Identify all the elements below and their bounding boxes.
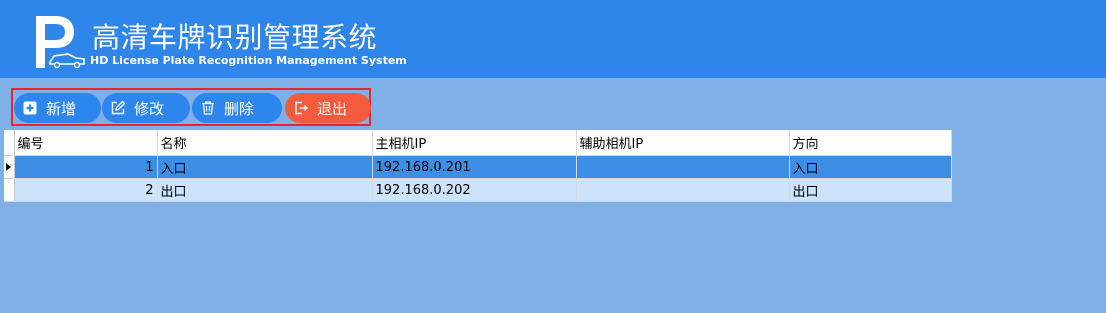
trash-icon — [202, 101, 214, 115]
column-header-aux-ip[interactable]: 辅助相机IP — [576, 130, 790, 156]
grid-header-row: 编号 名称 主相机IP 辅助相机IP 方向 — [4, 130, 952, 156]
app-subtitle: HD License Plate Recognition Management … — [90, 54, 407, 67]
column-header-id[interactable]: 编号 — [14, 130, 158, 156]
logout-icon — [295, 101, 308, 115]
delete-button-label: 删除 — [224, 99, 255, 118]
cell-id[interactable]: 1 — [14, 155, 158, 179]
edit-button-label: 修改 — [134, 99, 165, 118]
delete-button[interactable]: 删除 — [192, 93, 282, 123]
parking-car-logo-icon — [36, 16, 85, 69]
column-header-direction[interactable]: 方向 — [789, 130, 952, 156]
cell-main-ip[interactable]: 192.168.0.202 — [372, 178, 577, 202]
exit-button-label: 退出 — [317, 99, 348, 118]
cell-id[interactable]: 2 — [14, 178, 158, 202]
edit-icon — [111, 100, 126, 115]
cell-main-ip[interactable]: 192.168.0.201 — [372, 155, 577, 179]
exit-button[interactable]: 退出 — [285, 93, 371, 123]
edit-button[interactable]: 修改 — [102, 93, 190, 123]
add-button[interactable]: 新增 — [14, 93, 101, 123]
app-title: 高清车牌识别管理系统 — [92, 21, 378, 54]
table-row[interactable]: 1 入口 192.168.0.201 入口 — [4, 155, 952, 179]
cell-aux-ip[interactable] — [576, 155, 790, 179]
cell-aux-ip[interactable] — [576, 178, 790, 202]
table-row[interactable]: 2 出口 192.168.0.202 出口 — [4, 178, 952, 202]
row-header-corner — [4, 130, 15, 156]
cell-name[interactable]: 出口 — [157, 178, 373, 202]
camera-grid: 编号 名称 主相机IP 辅助相机IP 方向 1 入口 192.168.0.201… — [4, 130, 952, 202]
cell-name[interactable]: 入口 — [157, 155, 373, 179]
add-button-label: 新增 — [46, 99, 77, 118]
row-selector[interactable] — [4, 178, 15, 202]
add-icon — [23, 101, 37, 115]
cell-direction[interactable]: 入口 — [789, 155, 952, 179]
row-selector[interactable] — [4, 155, 15, 179]
column-header-main-ip[interactable]: 主相机IP — [372, 130, 577, 156]
app-header: 高清车牌识别管理系统 HD License Plate Recognition … — [0, 0, 1106, 78]
toolbar: 新增 修改 删除 退出 — [11, 88, 371, 126]
cell-direction[interactable]: 出口 — [789, 178, 952, 202]
current-row-arrow-icon — [6, 162, 11, 171]
column-header-name[interactable]: 名称 — [157, 130, 373, 156]
